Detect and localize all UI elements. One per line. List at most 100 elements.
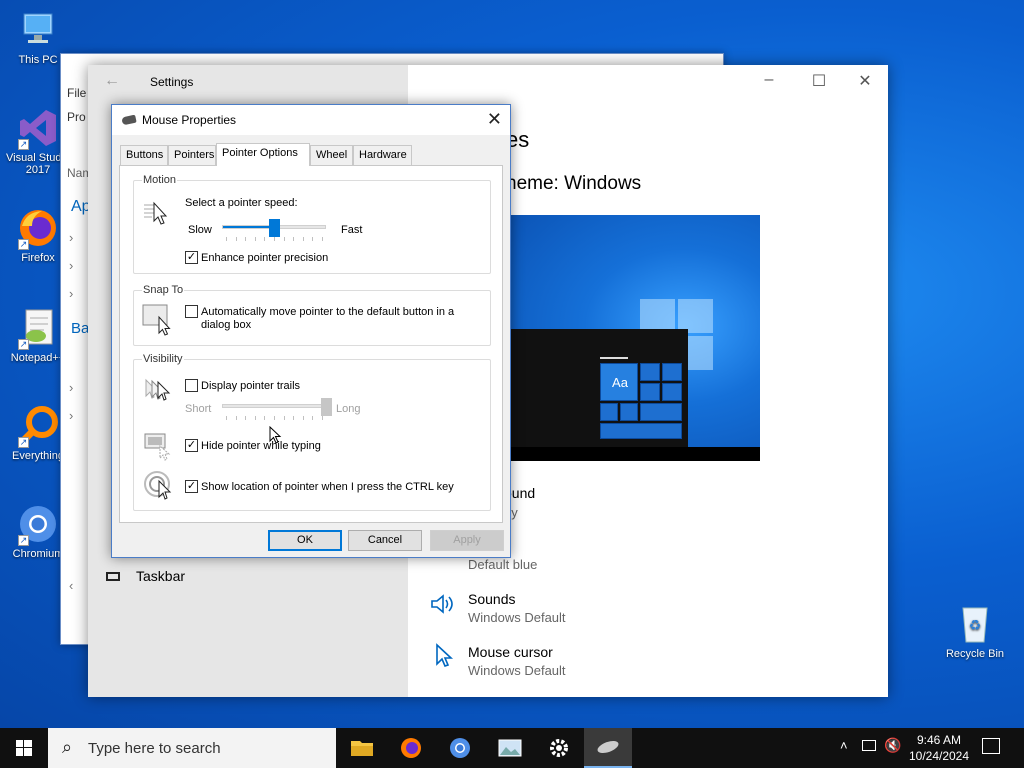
pointer-speed-thumb[interactable] bbox=[268, 219, 280, 237]
explorer-file-menu[interactable]: File bbox=[67, 86, 86, 100]
recycle-bin-label: Recycle Bin bbox=[945, 648, 1005, 660]
explorer-row: Ba bbox=[71, 320, 90, 337]
search-placeholder: Type here to search bbox=[88, 740, 221, 757]
taskbar: ⌕ Type here to search ˄ 🔇 9:46 AM 10/24/… bbox=[0, 728, 1024, 768]
slider-tick bbox=[264, 416, 266, 420]
search-box[interactable]: ⌕ Type here to search bbox=[48, 728, 336, 768]
slider-tick bbox=[322, 416, 323, 420]
hide-while-typing-checkbox[interactable]: ✓ bbox=[185, 439, 198, 452]
pointer-trails-slider[interactable] bbox=[222, 404, 326, 408]
enhance-precision-checkbox[interactable]: ✓ bbox=[185, 251, 198, 264]
notepad-plus-plus-icon: ↗ bbox=[16, 306, 60, 350]
speaker-icon bbox=[430, 593, 456, 618]
chromium-icon: ↗ bbox=[16, 502, 60, 546]
mouse-icon bbox=[597, 740, 619, 754]
notification-icon[interactable] bbox=[982, 738, 1000, 754]
snap-to-checkbox[interactable] bbox=[185, 305, 198, 318]
file-explorer-taskbar-button[interactable] bbox=[338, 728, 386, 768]
pointer-trails-checkbox[interactable] bbox=[185, 379, 198, 392]
start-button[interactable] bbox=[0, 728, 48, 768]
search-icon: ⌕ bbox=[62, 737, 73, 757]
hide-while-typing-icon bbox=[144, 432, 174, 465]
svg-text:♻: ♻ bbox=[969, 618, 982, 634]
apply-button[interactable]: Apply bbox=[430, 530, 504, 551]
tab-buttons[interactable]: Buttons bbox=[120, 145, 168, 165]
settings-title: Settings bbox=[150, 75, 194, 89]
visibility-group-label: Visibility bbox=[142, 353, 184, 365]
close-icon[interactable]: ✕ bbox=[487, 109, 502, 130]
slider-tick bbox=[283, 416, 285, 420]
slider-tick bbox=[254, 237, 256, 241]
slider-tick bbox=[274, 237, 275, 241]
motion-group-label: Motion bbox=[142, 174, 178, 186]
cancel-button[interactable]: Cancel bbox=[348, 530, 422, 551]
slider-tick bbox=[254, 416, 256, 420]
explorer-row: Pro bbox=[67, 110, 86, 124]
minimize-icon[interactable]: – bbox=[746, 71, 792, 89]
show-location-checkbox[interactable]: ✓ bbox=[185, 480, 198, 493]
clock-time: 9:46 AM bbox=[916, 733, 962, 747]
dialog-titlebar[interactable]: Mouse Properties ✕ bbox=[112, 105, 510, 135]
tab-wheel[interactable]: Wheel bbox=[310, 145, 353, 165]
slider-tick bbox=[283, 237, 285, 241]
image-app-taskbar-button[interactable] bbox=[486, 728, 534, 768]
chevron-right-icon[interactable]: › bbox=[69, 258, 73, 273]
current-theme-heading: heme: Windows bbox=[506, 173, 642, 194]
chromium-taskbar-button[interactable] bbox=[436, 728, 484, 768]
recycle-bin-shortcut[interactable]: ♻ Recycle Bin bbox=[937, 602, 1013, 660]
recycle-bin-icon: ♻ bbox=[953, 602, 997, 646]
everything-search-icon: ↗ bbox=[16, 404, 60, 448]
maximize-icon[interactable]: ☐ bbox=[796, 71, 842, 91]
chevron-up-icon[interactable]: ˄ bbox=[840, 738, 848, 753]
long-label: Long bbox=[336, 403, 361, 415]
volume-muted-icon[interactable]: 🔇 bbox=[884, 737, 901, 754]
preview-sample-text: Aa bbox=[612, 375, 628, 390]
chromium-icon bbox=[450, 738, 470, 758]
slider-tick bbox=[245, 416, 247, 420]
slow-label: Slow bbox=[188, 224, 212, 236]
slider-tick bbox=[312, 416, 314, 420]
mouse-cursor-icon bbox=[434, 643, 454, 672]
mouse-pointer-icon bbox=[269, 425, 283, 449]
slider-tick bbox=[235, 237, 237, 241]
desktop: This PC ↗ Visual Studio 2017 ↗ Firefox ↗… bbox=[0, 0, 1024, 728]
pointer-speed-ticks bbox=[226, 237, 323, 241]
settings-taskbar-button[interactable] bbox=[535, 728, 583, 768]
chevron-right-icon[interactable]: › bbox=[69, 380, 73, 395]
close-icon[interactable]: ✕ bbox=[842, 71, 888, 91]
scroll-left-icon[interactable]: ‹ bbox=[69, 578, 73, 593]
slider-tick bbox=[322, 237, 323, 241]
slider-tick bbox=[302, 237, 304, 241]
pointer-trails-label: Display pointer trails bbox=[201, 380, 301, 392]
pointer-speed-label: Select a pointer speed: bbox=[185, 197, 298, 209]
chevron-right-icon[interactable]: › bbox=[69, 408, 73, 423]
slider-tick bbox=[245, 237, 247, 241]
mouse-cursor-item-title[interactable]: Mouse cursor bbox=[468, 644, 553, 660]
firefox-icon bbox=[401, 738, 421, 758]
chevron-right-icon[interactable]: › bbox=[69, 230, 73, 245]
gear-icon bbox=[550, 739, 568, 757]
nav-item-taskbar[interactable]: Taskbar bbox=[136, 568, 185, 584]
visibility-group: Visibility Display pointer trails Short … bbox=[133, 353, 491, 511]
mouse-properties-taskbar-button[interactable] bbox=[584, 728, 632, 768]
back-arrow-icon[interactable]: ← bbox=[104, 72, 120, 90]
sounds-item-title[interactable]: Sounds bbox=[468, 591, 515, 607]
pointer-speed-icon bbox=[142, 199, 172, 230]
tab-pointer-options[interactable]: Pointer Options bbox=[216, 143, 310, 166]
pointer-options-panel: Motion Select a pointer speed: Slow Fast… bbox=[119, 165, 503, 523]
slider-tick bbox=[226, 416, 227, 420]
firefox-taskbar-button[interactable] bbox=[387, 728, 435, 768]
chevron-right-icon[interactable]: › bbox=[69, 286, 73, 301]
clock-date: 10/24/2024 bbox=[908, 749, 970, 763]
pointer-trails-thumb[interactable] bbox=[320, 398, 332, 416]
tab-hardware[interactable]: Hardware bbox=[353, 145, 412, 165]
clock[interactable]: 9:46 AM 10/24/2024 bbox=[904, 732, 974, 764]
mouse-properties-dialog[interactable]: Mouse Properties ✕ Buttons Pointers Poin… bbox=[111, 104, 511, 558]
ok-button[interactable]: OK bbox=[268, 530, 342, 551]
tab-pointers[interactable]: Pointers bbox=[168, 145, 216, 165]
slider-tick bbox=[226, 237, 227, 241]
pointer-speed-fill bbox=[223, 226, 275, 228]
slider-tick bbox=[312, 237, 314, 241]
pointer-trails-ticks bbox=[226, 416, 323, 420]
network-icon[interactable] bbox=[862, 740, 876, 751]
